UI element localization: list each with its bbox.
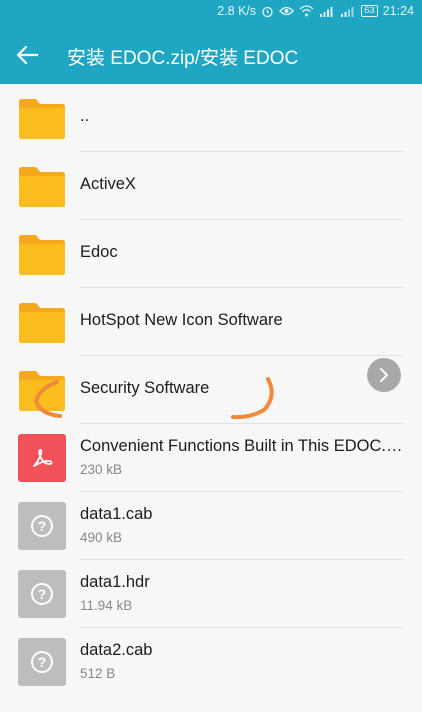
unknown-file-icon: ? [18, 502, 66, 550]
back-button[interactable] [12, 40, 42, 70]
app-bar: 安装 EDOC.zip/安装 EDOC [0, 26, 422, 84]
network-speed: 2.8 K/s [217, 4, 257, 18]
file-list: .. ActiveX Edoc HotSpot New Icon Softwar… [0, 84, 422, 696]
folder-icon [19, 303, 65, 343]
item-name: ActiveX [80, 175, 136, 193]
list-item-data1-hdr[interactable]: ? data1.hdr 11.94 kB [0, 560, 422, 628]
chevron-right-icon [380, 368, 388, 382]
item-name: data1.cab [80, 505, 153, 523]
unknown-file-icon: ? [18, 638, 66, 686]
item-size: 230 kB [80, 462, 123, 477]
battery-level: 63 [361, 5, 378, 17]
fast-scroll-handle[interactable] [367, 358, 401, 392]
list-item-data1-cab[interactable]: ? data1.cab 490 kB [0, 492, 422, 560]
page-title: 安装 EDOC.zip/安装 EDOC [67, 48, 299, 69]
item-name: data1.hdr [80, 573, 150, 591]
list-item-parent-folder[interactable]: .. [0, 84, 422, 152]
signal-4g-icon [319, 5, 335, 17]
item-name: Edoc [80, 243, 118, 261]
item-name: HotSpot New Icon Software [80, 311, 283, 329]
list-item-edoc[interactable]: Edoc [0, 220, 422, 288]
list-item-hotspot[interactable]: HotSpot New Icon Software [0, 288, 422, 356]
unknown-file-icon: ? [18, 570, 66, 618]
item-name: .. [80, 107, 90, 125]
signal-2g-icon [340, 5, 356, 17]
item-size: 512 B [80, 666, 116, 681]
pdf-icon [18, 434, 66, 482]
eye-icon [279, 5, 295, 17]
folder-icon [19, 167, 65, 207]
wifi-icon [299, 5, 314, 17]
alarm-icon [261, 5, 274, 18]
folder-icon [19, 371, 65, 411]
folder-icon [19, 235, 65, 275]
clock: 21:24 [382, 4, 414, 18]
list-item-pdf[interactable]: Convenient Functions Built in This EDOC.… [0, 424, 422, 492]
folder-icon [19, 99, 65, 139]
list-item-activex[interactable]: ActiveX [0, 152, 422, 220]
item-name: Convenient Functions Built in This EDOC.… [80, 437, 405, 455]
list-item-data2-cab[interactable]: ? data2.cab 512 B [0, 628, 422, 696]
item-name: Security Software [80, 379, 210, 397]
item-size: 11.94 kB [80, 598, 133, 613]
arrow-left-icon [16, 45, 38, 65]
status-bar: 2.8 K/s 63 21:24 [0, 0, 422, 26]
item-size: 490 kB [80, 530, 123, 545]
item-name: data2.cab [80, 641, 153, 659]
list-item-security-software[interactable]: Security Software [0, 356, 422, 424]
